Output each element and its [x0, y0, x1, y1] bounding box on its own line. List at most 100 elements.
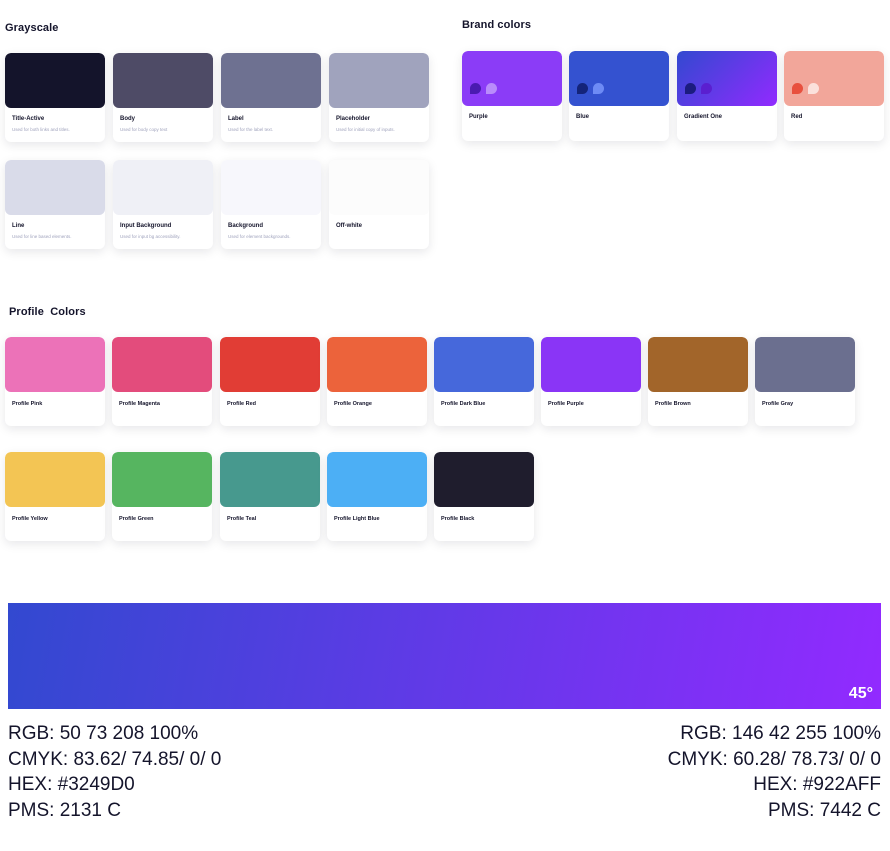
color-swatch	[327, 337, 427, 392]
gradient-end-specs: RGB: 146 42 255 100% CMYK: 60.28/ 78.73/…	[668, 721, 881, 823]
color-card-profile-light-blue[interactable]: Profile Light Blue	[327, 452, 427, 541]
color-swatch	[5, 452, 105, 507]
color-description: Used for both links and titles.	[12, 127, 70, 132]
color-card-profile-teal[interactable]: Profile Teal	[220, 452, 320, 541]
drop-icon	[470, 83, 481, 94]
rgb-value: RGB: 50 73 208 100%	[8, 723, 199, 744]
color-card-profile-pink[interactable]: Profile Pink	[5, 337, 105, 426]
color-name: Profile Green	[119, 516, 154, 522]
color-card-profile-dark-blue[interactable]: Profile Dark Blue	[434, 337, 534, 426]
color-card-profile-brown[interactable]: Profile Brown	[648, 337, 748, 426]
color-card-line[interactable]: Line Used for line based elements.	[5, 160, 105, 249]
drop-icon	[593, 83, 604, 94]
color-name: Profile Light Blue	[334, 516, 380, 522]
color-card-input-background[interactable]: Input Background Used for input bg acces…	[113, 160, 213, 249]
color-name: Input Background	[120, 223, 172, 229]
color-swatch	[5, 160, 105, 215]
cmyk-value: CMYK: 60.28/ 78.73/ 0/ 0	[667, 748, 881, 770]
brand-colors-title: Brand colors	[462, 19, 532, 31]
color-swatch	[112, 337, 212, 392]
color-card-profile-green[interactable]: Profile Green	[112, 452, 212, 541]
color-card-placeholder[interactable]: Placeholder Used for initial copy of inp…	[329, 53, 429, 142]
color-card-profile-yellow[interactable]: Profile Yellow	[5, 452, 105, 541]
color-card-blue[interactable]: Blue	[569, 51, 669, 141]
color-card-profile-black[interactable]: Profile Black	[434, 452, 534, 541]
pms-value: PMS: 2131 C	[8, 799, 121, 821]
color-description: Used for the label text.	[228, 127, 274, 132]
hex-value: HEX: #922AFF	[753, 774, 881, 795]
cmyk-value: CMYK: 83.62/ 74.85/ 0/ 0	[8, 748, 222, 770]
color-name: Placeholder	[336, 116, 371, 122]
color-swatch	[434, 337, 534, 392]
color-card-body[interactable]: Body Used for body copy text	[113, 53, 213, 142]
color-name: Profile Orange	[334, 401, 372, 407]
color-card-off-white[interactable]: Off-white	[329, 160, 429, 249]
color-description: Used for initial copy of inputs.	[336, 127, 395, 132]
color-swatch	[329, 160, 429, 215]
color-name: Profile Brown	[655, 401, 691, 407]
color-name: Line	[12, 223, 25, 229]
color-name: Profile Yellow	[12, 516, 48, 522]
color-swatch	[113, 160, 213, 215]
color-swatch	[462, 51, 562, 106]
drop-icon	[685, 83, 696, 94]
color-card-purple[interactable]: Purple	[462, 51, 562, 141]
color-swatch	[329, 53, 429, 108]
color-description: Used for element backgrounds.	[228, 234, 291, 239]
color-name: Gradient One	[684, 114, 723, 120]
color-card-profile-gray[interactable]: Profile Gray	[755, 337, 855, 426]
color-name: Profile Black	[441, 516, 475, 522]
pms-value: PMS: 7442 C	[768, 799, 881, 821]
gradient-angle-label: 45°	[848, 685, 873, 702]
color-swatch	[220, 337, 320, 392]
color-name: Profile Pink	[12, 401, 43, 407]
color-swatch	[677, 51, 777, 106]
color-card-label[interactable]: Label Used for the label text.	[221, 53, 321, 142]
color-card-profile-red[interactable]: Profile Red	[220, 337, 320, 426]
gradient-start-specs: RGB: 50 73 208 100% CMYK: 83.62/ 74.85/ …	[8, 721, 221, 823]
color-swatch	[755, 337, 855, 392]
hex-value: HEX: #3249D0	[8, 774, 135, 795]
drop-icon	[486, 83, 497, 94]
color-name: Profile Gray	[762, 401, 794, 407]
drop-icon	[792, 83, 803, 94]
drop-icon	[701, 83, 712, 94]
color-name: Profile Red	[227, 401, 257, 407]
color-name: Blue	[576, 114, 590, 120]
color-swatch	[220, 452, 320, 507]
color-swatch	[113, 53, 213, 108]
color-card-red[interactable]: Red	[784, 51, 884, 141]
drop-icon	[577, 83, 588, 94]
color-name: Profile Purple	[548, 401, 584, 407]
rgb-value: RGB: 146 42 255 100%	[680, 723, 881, 744]
color-swatch	[434, 452, 534, 507]
color-name: Title-Active	[12, 116, 45, 122]
profile-colors-title: Profile Colors	[9, 306, 86, 318]
color-swatch	[569, 51, 669, 106]
grayscale-title: Grayscale	[5, 22, 59, 34]
color-description: Used for input bg accessibility.	[120, 234, 181, 239]
color-name: Profile Magenta	[119, 401, 160, 407]
color-description: Used for line based elements.	[12, 234, 72, 239]
color-swatch	[541, 337, 641, 392]
color-name: Red	[791, 114, 803, 120]
color-swatch	[221, 53, 321, 108]
color-swatch	[221, 160, 321, 215]
color-name: Purple	[469, 114, 488, 120]
color-card-profile-orange[interactable]: Profile Orange	[327, 337, 427, 426]
drop-icon	[808, 83, 819, 94]
color-swatch	[112, 452, 212, 507]
color-name: Off-white	[336, 223, 362, 229]
color-card-background[interactable]: Background Used for element backgrounds.	[221, 160, 321, 249]
color-swatch	[5, 53, 105, 108]
gradient-preview: 45°	[8, 603, 881, 709]
color-swatch	[648, 337, 748, 392]
color-card-profile-purple[interactable]: Profile Purple	[541, 337, 641, 426]
color-name: Body	[120, 116, 135, 122]
color-card-gradient-one[interactable]: Gradient One	[677, 51, 777, 141]
color-name: Label	[228, 116, 244, 122]
color-card-title-active[interactable]: Title-Active Used for both links and tit…	[5, 53, 105, 142]
color-name: Background	[228, 223, 264, 229]
color-card-profile-magenta[interactable]: Profile Magenta	[112, 337, 212, 426]
color-swatch	[784, 51, 884, 106]
